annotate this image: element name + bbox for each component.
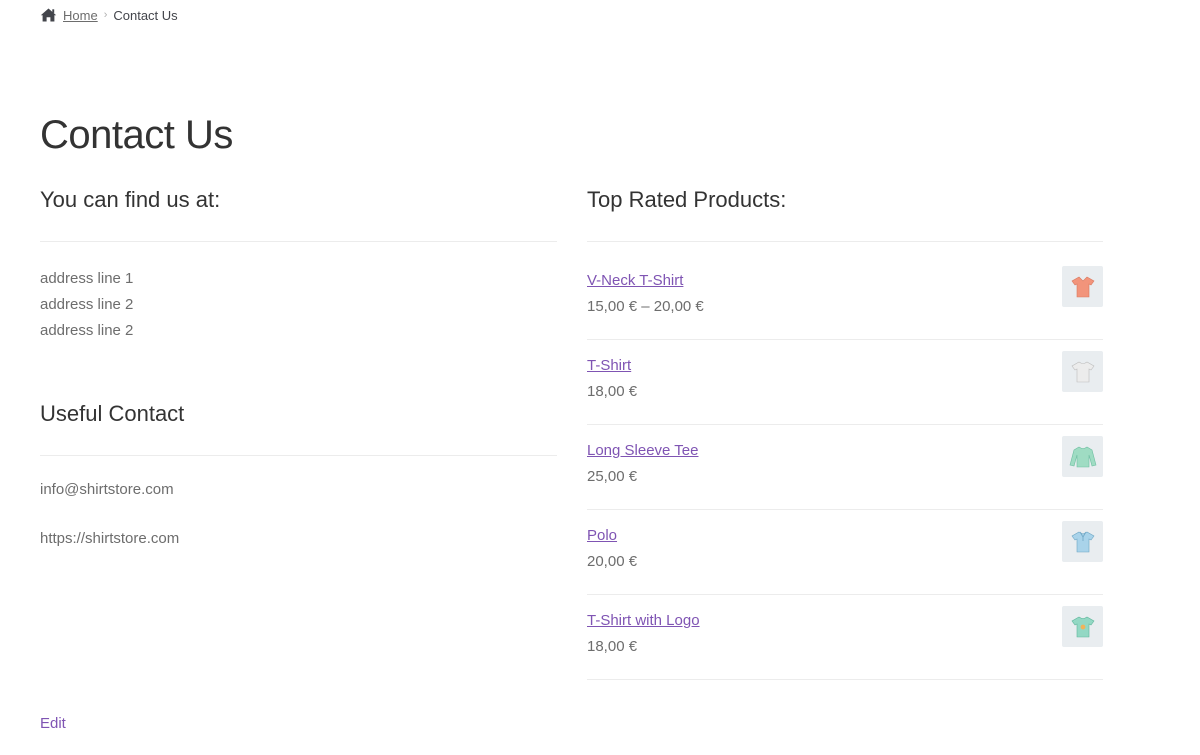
address-block: address line 1 address line 2 address li… <box>40 266 557 344</box>
find-us-title: You can find us at: <box>40 184 557 242</box>
product-list: V-Neck T-Shirt 15,00 € – 20,00 € T-Shirt… <box>587 255 1103 680</box>
top-rated-title: Top Rated Products: <box>587 184 1103 242</box>
page-title: Contact Us <box>40 113 233 157</box>
breadcrumb-separator-icon: › <box>103 9 108 21</box>
long-sleeve-tee-icon[interactable] <box>1062 436 1103 477</box>
product-link[interactable]: T-Shirt with Logo <box>587 611 700 631</box>
top-rated-products-widget: Top Rated Products: V-Neck T-Shirt 15,00… <box>587 184 1103 680</box>
home-icon <box>40 8 57 22</box>
product-item: Polo 20,00 € <box>587 510 1103 595</box>
contact-website: https://shirtstore.com <box>40 530 180 547</box>
breadcrumb-current: Contact Us <box>113 7 178 23</box>
product-price: 20,00 € <box>587 553 638 570</box>
product-item: T-Shirt with Logo 18,00 € <box>587 595 1103 680</box>
product-link[interactable]: Long Sleeve Tee <box>587 441 698 461</box>
product-link[interactable]: T-Shirt <box>587 356 631 376</box>
breadcrumb: Home › Contact Us <box>40 6 178 24</box>
useful-contact-title: Useful Contact <box>40 398 557 456</box>
product-price: 18,00 € <box>587 383 638 400</box>
address-line: address line 1 <box>40 270 134 287</box>
vneck-tshirt-icon[interactable] <box>1062 266 1103 307</box>
tshirt-icon[interactable] <box>1062 351 1103 392</box>
product-item: T-Shirt 18,00 € <box>587 340 1103 425</box>
contact-email: info@shirtstore.com <box>40 481 174 498</box>
product-price: 18,00 € <box>587 638 638 655</box>
product-item: V-Neck T-Shirt 15,00 € – 20,00 € <box>587 255 1103 340</box>
product-link[interactable]: V-Neck T-Shirt <box>587 271 683 291</box>
address-line: address line 2 <box>40 322 134 339</box>
product-price: 25,00 € <box>587 468 638 485</box>
edit-link[interactable]: Edit <box>40 712 66 736</box>
product-price: 15,00 € – 20,00 € <box>587 298 704 315</box>
tshirt-logo-icon[interactable] <box>1062 606 1103 647</box>
breadcrumb-home-link[interactable]: Home <box>63 8 98 23</box>
product-item: Long Sleeve Tee 25,00 € <box>587 425 1103 510</box>
address-line: address line 2 <box>40 296 134 313</box>
contact-info-column: You can find us at: address line 1 addre… <box>40 184 557 547</box>
useful-contact-list: info@shirtstore.com https://shirtstore.c… <box>40 477 179 575</box>
polo-icon[interactable] <box>1062 521 1103 562</box>
product-link[interactable]: Polo <box>587 526 617 546</box>
